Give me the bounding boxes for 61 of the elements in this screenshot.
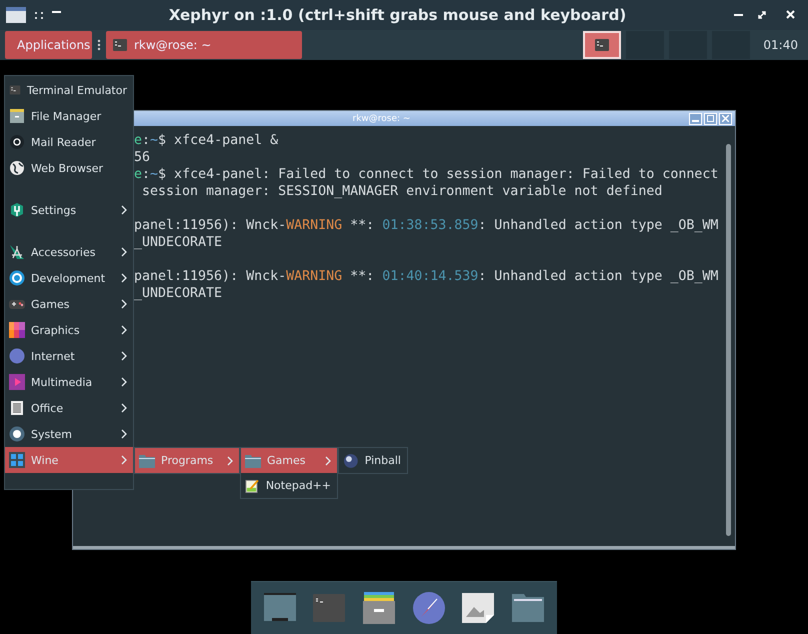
window-icon <box>6 7 26 23</box>
ball-icon <box>343 452 359 468</box>
clock: 01:40 <box>762 38 799 52</box>
menu-item[interactable]: Accessories <box>5 239 133 265</box>
task-button[interactable]: rkw@rose: ~ <box>106 31 302 59</box>
grip-icon[interactable] <box>34 10 44 20</box>
gear-icon <box>9 426 25 442</box>
terminal-window-icon <box>594 37 610 53</box>
globe-icon <box>9 160 25 176</box>
notepad-icon <box>245 478 260 494</box>
windows-grid-icon <box>9 452 25 468</box>
handle-icon[interactable] <box>96 37 102 53</box>
file-cabinet-icon[interactable] <box>363 592 396 624</box>
menu-item[interactable]: Office <box>5 395 133 421</box>
applications-button[interactable]: Applications <box>5 31 92 59</box>
terminal-icon <box>112 37 128 53</box>
terminal-line: 56 <box>134 149 152 166</box>
color-grid-icon <box>9 322 25 338</box>
settings-icon <box>9 202 25 218</box>
menu-item[interactable]: Pinball <box>339 448 407 473</box>
terminal-line: e:~$ xfce4-panel: Failed to connect to session manager: Failed to connect <box>134 166 720 183</box>
menu-item[interactable]: Multimedia <box>5 369 133 395</box>
menu-item[interactable]: File Manager <box>5 103 133 129</box>
maximize-icon <box>707 115 714 122</box>
menu-item[interactable]: Internet <box>5 343 133 369</box>
menu-item[interactable]: Web Browser <box>5 155 133 181</box>
terminal-line: panel:11956): Wnck-WARNING **: 01:38:53.859: Unhandled action type _OB_WM <box>134 217 720 234</box>
terminal-line: e:~$ xfce4-panel & <box>134 132 280 149</box>
terminal-line: _UNDECORATE <box>134 285 224 302</box>
folder-icon[interactable] <box>512 594 544 622</box>
gear-icon <box>9 270 25 286</box>
menu-item[interactable]: Wine <box>5 447 133 473</box>
terminal-line: panel:11956): Wnck-WARNING **: 01:40:14.539: Unhandled action type _OB_WM <box>134 268 720 285</box>
workspace-button[interactable] <box>583 31 622 59</box>
terminal-line: _UNDECORATE <box>134 234 224 251</box>
close-icon <box>722 115 729 122</box>
desktop-icon[interactable] <box>264 593 296 623</box>
menu-item[interactable]: Mail Reader <box>5 129 133 155</box>
menu-item[interactable]: Terminal Emulator <box>5 77 133 103</box>
close-button[interactable] <box>719 112 732 124</box>
drafting-compass-icon <box>9 244 25 260</box>
terminal-line: session manager: SESSION_MANAGER environment variable not defined <box>141 183 664 200</box>
window-title: Xephyr on :1.0 (ctrl+shift grabs mouse and keyboard) <box>168 6 628 24</box>
menu-item[interactable]: Games <box>241 448 337 473</box>
menu-item[interactable]: Games <box>5 291 133 317</box>
scrollbar[interactable] <box>726 144 731 536</box>
menu-item[interactable]: Notepad++ <box>241 473 337 498</box>
menu-item[interactable]: Settings <box>5 197 133 223</box>
maximize-button[interactable] <box>704 112 717 124</box>
at-sign-icon <box>9 134 25 150</box>
folder-icon <box>245 454 261 468</box>
menu-item[interactable]: Graphics <box>5 317 133 343</box>
file-cabinet-icon <box>9 108 25 124</box>
menu-item[interactable]: Programs <box>135 448 239 473</box>
menu-item[interactable]: System <box>5 421 133 447</box>
minimize-button[interactable] <box>689 112 702 124</box>
folder-icon <box>139 454 155 468</box>
document-icon <box>9 400 25 416</box>
menu-item[interactable]: Development <box>5 265 133 291</box>
play-icon <box>9 374 25 390</box>
image-file-icon[interactable] <box>462 593 494 623</box>
